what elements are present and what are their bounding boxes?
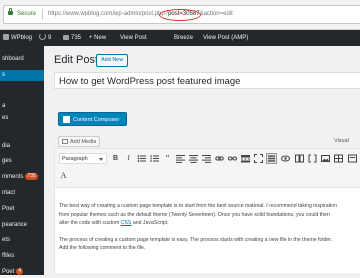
eye-icon[interactable] — [281, 154, 290, 163]
post-title-input[interactable]: How to get WordPress post featured image — [54, 72, 360, 89]
columns-icon[interactable] — [295, 154, 304, 163]
sidebar-item-appearance[interactable]: pearance — [0, 220, 44, 231]
sidebar-item-3[interactable]: a — [0, 101, 44, 112]
bold-icon[interactable]: B — [111, 154, 120, 163]
url-prefix: https://www.wpblog.com/wp-admin/post.php… — [48, 11, 169, 17]
paragraph-1: The best way of creating a custom page t… — [59, 203, 337, 226]
bullet-list-icon[interactable] — [137, 154, 146, 163]
align-center-icon[interactable] — [189, 154, 198, 163]
sidebar-item-dashboard[interactable]: shboard — [0, 54, 44, 65]
page-title: Edit Post — [54, 54, 99, 66]
poet-count-badge: 4 — [16, 268, 24, 275]
composer-icon — [63, 116, 70, 123]
sidebar-item-plugins[interactable]: ets — [0, 235, 44, 246]
view-post-amp-link[interactable]: View Post (AMP) — [203, 30, 248, 46]
image-icon[interactable] — [321, 154, 330, 163]
site-name-link[interactable]: WPblog — [3, 30, 32, 46]
post-editor: Paragraph B I “ A The best way of creati… — [54, 148, 360, 275]
format-select[interactable]: Paragraph — [59, 153, 107, 164]
numbered-list-icon[interactable] — [150, 154, 159, 163]
url-divider — [42, 9, 43, 20]
sidebar-item-media[interactable]: dia — [0, 141, 44, 152]
sidebar-item-contact[interactable]: ntact — [0, 188, 44, 199]
align-right-icon[interactable] — [202, 154, 211, 163]
sidebar-item-comments[interactable]: mments 735 — [0, 172, 44, 183]
highlight-circle — [159, 9, 201, 21]
admin-bar: WPblog 9 735 + New View Post Breeze View… — [0, 30, 360, 46]
blockquote-icon[interactable]: “ — [163, 154, 172, 163]
sidebar-item-profiles[interactable]: ffiles — [0, 251, 44, 262]
media-icon — [62, 139, 68, 144]
sidebar-item-4[interactable]: es — [0, 113, 44, 124]
paragraph-2: The process of creating a custom page te… — [59, 236, 333, 252]
new-link[interactable]: + New — [89, 30, 106, 46]
lock-icon — [8, 8, 13, 15]
text-color-icon[interactable]: A — [59, 171, 68, 180]
url-field[interactable]: Secure https://www.wpblog.com/wp-admin/p… — [3, 5, 360, 24]
editor-toolbar: Paragraph B I “ A — [55, 149, 360, 188]
italic-icon[interactable]: I — [124, 154, 133, 163]
unlink-icon[interactable] — [228, 154, 237, 163]
extra-icon[interactable] — [348, 154, 357, 163]
comments-count-badge: 735 — [25, 173, 38, 180]
browser-address-bar: Secure https://www.wpblog.com/wp-admin/p… — [0, 0, 360, 30]
toolbar-toggle-icon[interactable] — [266, 153, 277, 164]
home-icon — [3, 34, 9, 40]
chevron-down-icon — [99, 158, 103, 161]
sidebar-item-posts[interactable]: s — [0, 70, 44, 81]
css-link[interactable]: CSS — [121, 220, 132, 226]
fullscreen-icon[interactable] — [254, 154, 263, 163]
tab-visual[interactable]: Visual — [334, 138, 349, 144]
read-more-icon[interactable] — [241, 154, 250, 163]
add-media-button[interactable]: Add Media — [58, 136, 100, 147]
breeze-link[interactable]: Breeze — [174, 30, 193, 46]
comment-icon — [63, 35, 69, 40]
view-post-link[interactable]: View Post — [120, 30, 147, 46]
updates-link[interactable]: 9 — [39, 30, 51, 46]
sidebar-item-poet[interactable]: Poet 4 — [0, 267, 44, 278]
shortcode-icon[interactable] — [308, 154, 317, 163]
secure-label: Secure — [17, 11, 37, 17]
editor-content[interactable]: The best way of creating a custom page t… — [59, 202, 360, 261]
table-icon[interactable] — [334, 154, 343, 163]
sidebar-item-mailpoet[interactable]: Poet — [0, 204, 44, 215]
url-suffix: &action=edit — [199, 11, 233, 17]
admin-sidebar: shboard s a es dia ges mments 735 ntact P… — [0, 46, 44, 275]
comments-link[interactable]: 735 — [63, 30, 81, 46]
align-left-icon[interactable] — [176, 154, 185, 163]
link-icon[interactable] — [215, 154, 224, 163]
add-new-button[interactable]: Add New — [96, 54, 129, 67]
url-text[interactable]: https://www.wpblog.com/wp-admin/post.php… — [48, 6, 233, 23]
sidebar-item-pages[interactable]: ges — [0, 156, 44, 167]
refresh-icon — [39, 33, 46, 40]
content-composer-button[interactable]: Content Composer — [58, 112, 127, 126]
